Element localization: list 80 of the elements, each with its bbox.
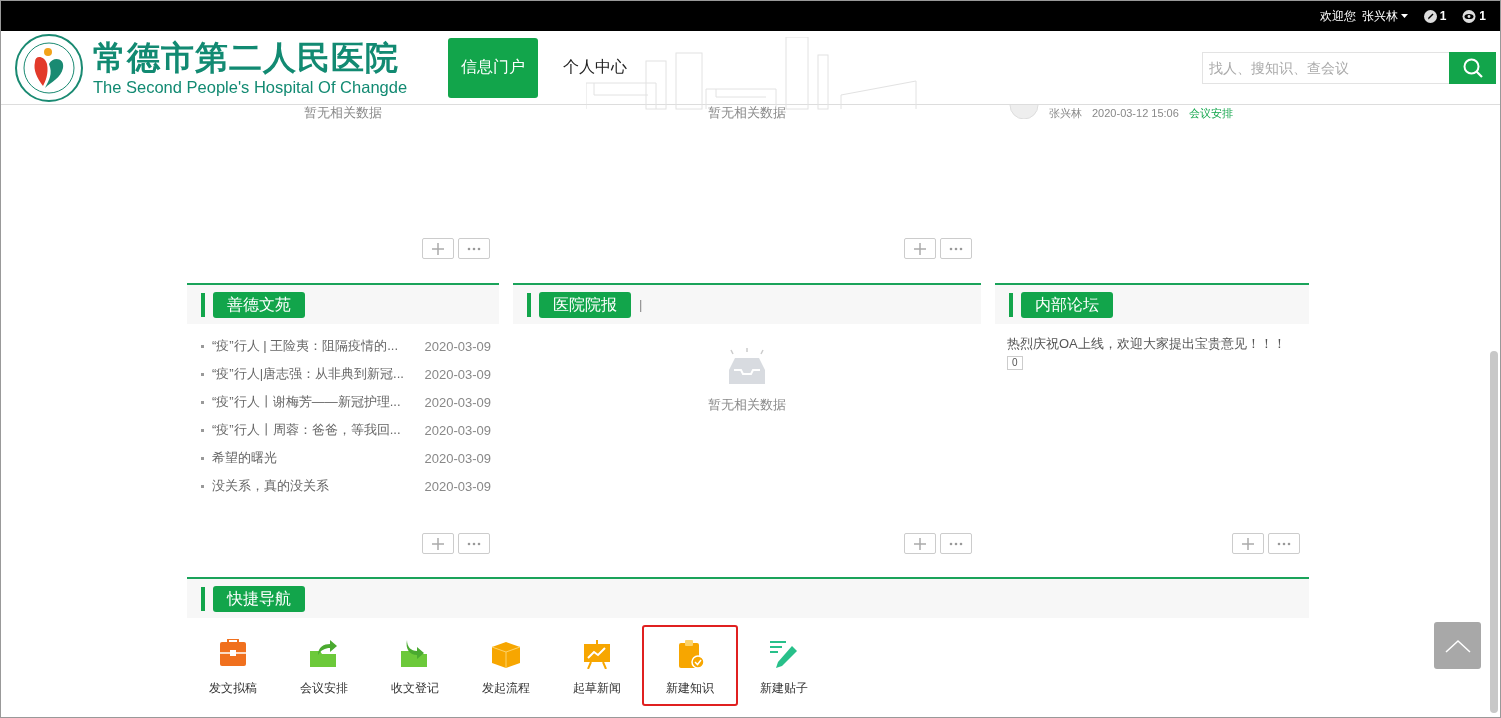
add-button[interactable] xyxy=(904,533,936,554)
plus-icon xyxy=(914,242,926,255)
more-icon xyxy=(949,246,963,251)
empty-message: 暂无相关数据 xyxy=(708,396,786,414)
shortcut-button[interactable]: 收文登记 xyxy=(369,625,460,706)
panel-title: 快捷导航 xyxy=(213,585,305,612)
article-link[interactable]: “疫”行人丨谢梅芳——新冠护理... xyxy=(212,393,425,411)
article-date: 2020-03-09 xyxy=(424,422,491,438)
box-icon xyxy=(489,639,522,669)
eye-icon xyxy=(1462,9,1477,23)
forum-post-link[interactable]: 热烈庆祝OA上线，欢迎大家提出宝贵意见！！！ xyxy=(1007,334,1297,354)
post-time: 2020-03-12 15:06 xyxy=(1092,106,1179,121)
chevron-up-icon xyxy=(1444,638,1471,653)
add-button[interactable] xyxy=(422,533,454,554)
user-menu[interactable]: 张兴林 xyxy=(1361,7,1408,25)
panel-title: 内部论坛 xyxy=(1021,291,1113,318)
search-field[interactable]: 找人、搜知识、查会议 xyxy=(1202,51,1449,84)
more-button[interactable] xyxy=(940,533,972,554)
bullet-icon xyxy=(201,372,204,376)
plus-icon xyxy=(432,242,444,255)
search-icon xyxy=(1462,57,1483,78)
scrollbar-thumb[interactable] xyxy=(1490,351,1498,713)
hospital-logo-icon xyxy=(15,33,83,102)
more-icon xyxy=(467,246,481,251)
shortcut-button[interactable]: 发起流程 xyxy=(460,625,551,706)
bullet-icon xyxy=(201,456,204,460)
shortcut-button[interactable]: 发文拟稿 xyxy=(187,625,278,706)
accent-bar xyxy=(1009,292,1013,317)
article-date: 2020-03-09 xyxy=(424,366,491,382)
accent-bar xyxy=(527,292,531,317)
back-to-top-button[interactable] xyxy=(1434,622,1481,669)
article-link[interactable]: “疫”行人|唐志强：从非典到新冠... xyxy=(212,365,425,383)
bullet-icon xyxy=(201,428,204,432)
add-button[interactable] xyxy=(1232,533,1264,554)
article-date: 2020-03-09 xyxy=(424,338,491,354)
plus-icon xyxy=(914,537,926,550)
count-text: 1 xyxy=(1479,9,1486,23)
more-button[interactable] xyxy=(458,533,490,554)
more-icon xyxy=(1277,541,1291,546)
empty-message: 暂无相关数据 xyxy=(303,105,383,121)
shortcut-button[interactable]: 起草新闻 xyxy=(551,625,642,706)
panel-title: 善德文苑 xyxy=(213,291,305,318)
accent-bar xyxy=(201,586,205,611)
comment-count: 0 xyxy=(1007,356,1023,370)
hospital-name: 常德市第二人民医院 xyxy=(93,38,400,77)
more-icon xyxy=(467,541,481,546)
article-date: 2020-03-09 xyxy=(424,394,491,410)
more-button[interactable] xyxy=(1268,533,1300,554)
more-button[interactable] xyxy=(940,238,972,259)
shortcut-button[interactable]: 新建贴子 xyxy=(738,625,829,706)
plus-icon xyxy=(1242,537,1254,550)
shortcut-button[interactable]: 会议安排 xyxy=(278,625,369,706)
more-icon xyxy=(949,541,963,546)
article-link[interactable]: 希望的曙光 xyxy=(212,449,425,467)
title-separator: | xyxy=(639,297,643,312)
bullet-icon xyxy=(201,484,204,488)
shortcut-button[interactable]: 新建知识 xyxy=(642,625,738,706)
nav-tab[interactable]: 个人中心 xyxy=(550,37,640,98)
more-button[interactable] xyxy=(458,238,490,259)
accent-bar xyxy=(201,292,205,317)
caret-icon xyxy=(1400,14,1408,18)
plus-icon xyxy=(432,537,444,550)
article-date: 2020-03-09 xyxy=(424,478,491,494)
article-link[interactable]: “疫”行人 | 王险夷：阻隔疫情的... xyxy=(212,337,425,355)
article-link[interactable]: “疫”行人丨周蓉：爸爸，等我回... xyxy=(212,421,425,439)
hospital-name-english: The Second People's Hospital Of Changde xyxy=(93,76,408,97)
search-button[interactable] xyxy=(1449,51,1496,84)
author-name: 张兴林 xyxy=(1049,106,1082,121)
article-link[interactable]: 没关系，真的没关系 xyxy=(212,477,425,495)
empty-message: 暂无相关数据 xyxy=(707,105,787,121)
bullet-icon xyxy=(201,344,204,348)
greeting-text: 欢迎您 xyxy=(1319,7,1356,25)
add-button[interactable] xyxy=(904,238,936,259)
panel-title: 医院院报 xyxy=(539,291,631,318)
article-date: 2020-03-09 xyxy=(424,450,491,466)
add-button[interactable] xyxy=(422,238,454,259)
count-text: 1 xyxy=(1439,9,1447,23)
bullet-icon xyxy=(201,400,204,404)
pencil-lines-icon xyxy=(767,639,800,669)
pencil-icon xyxy=(1423,9,1437,23)
